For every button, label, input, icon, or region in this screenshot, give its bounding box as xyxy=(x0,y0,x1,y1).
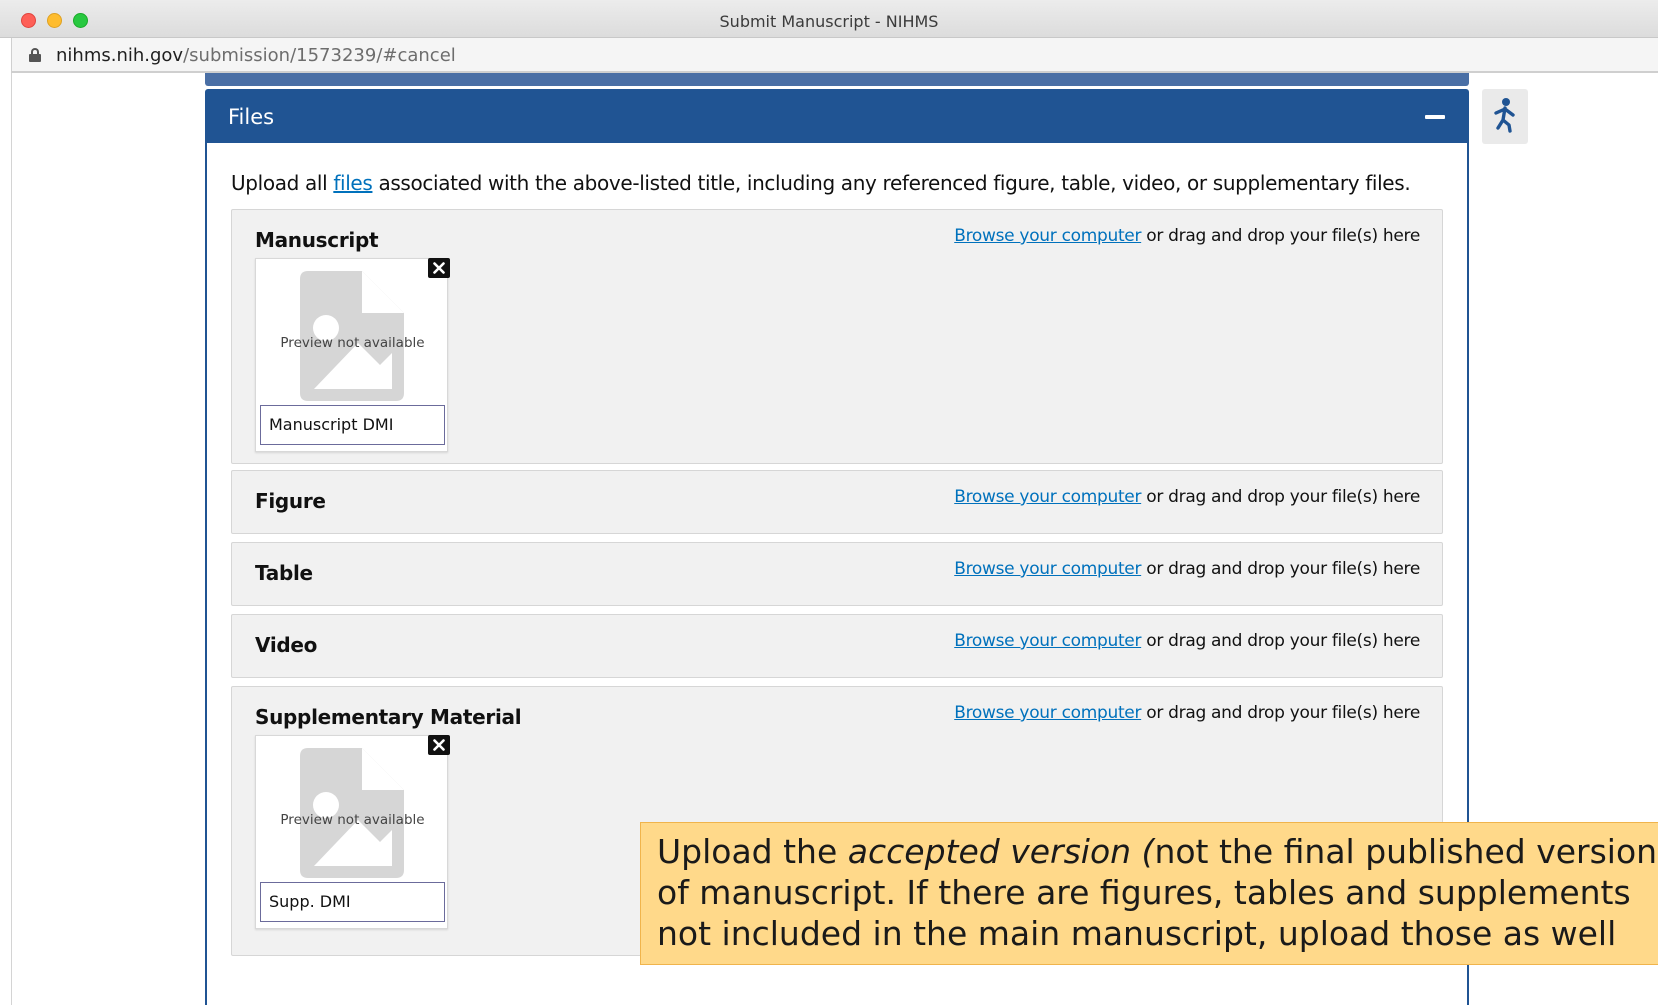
browser-window: Submit Manuscript - NIHMS nihms.nih.gov/… xyxy=(0,0,1658,1005)
browse-computer-link[interactable]: Browse your computer xyxy=(954,703,1141,723)
accessibility-icon xyxy=(1494,98,1515,133)
section-title: Figure xyxy=(255,489,326,513)
url-text[interactable]: nihms.nih.gov/submission/1573239/#cancel xyxy=(56,45,456,66)
upload-instructions: Upload all files associated with the abo… xyxy=(231,171,1411,195)
dropzone-instructions: Browse your computer or drag and drop yo… xyxy=(954,487,1420,507)
browse-computer-link[interactable]: Browse your computer xyxy=(954,631,1141,651)
instruction-callout: Upload the accepted version (not the fin… xyxy=(640,822,1658,965)
page-left-border xyxy=(11,73,12,1005)
close-icon xyxy=(433,262,445,274)
section-title: Supplementary Material xyxy=(255,705,522,729)
url-path: /submission/1573239/#cancel xyxy=(183,45,456,66)
files-help-link[interactable]: files xyxy=(333,171,372,195)
table-section[interactable]: Table Browse your computer or drag and d… xyxy=(231,542,1443,606)
accessibility-button[interactable] xyxy=(1482,89,1528,144)
manuscript-section[interactable]: Manuscript Browse your computer or drag … xyxy=(231,209,1443,464)
preview-not-available-text: Preview not available xyxy=(280,812,425,828)
collapse-button[interactable] xyxy=(1423,105,1447,129)
minus-icon xyxy=(1425,115,1445,119)
section-title: Table xyxy=(255,561,313,585)
dropzone-instructions: Browse your computer or drag and drop yo… xyxy=(954,226,1420,246)
file-card: Preview not available Supp. DMI xyxy=(255,735,448,929)
remove-file-button[interactable] xyxy=(428,258,450,278)
video-section[interactable]: Video Browse your computer or drag and d… xyxy=(231,614,1443,678)
close-icon xyxy=(433,739,445,751)
remove-file-button[interactable] xyxy=(428,735,450,755)
window-title: Submit Manuscript - NIHMS xyxy=(719,12,939,31)
file-card: Preview not available Manuscript DMI xyxy=(255,258,448,452)
previous-panel-edge xyxy=(205,73,1469,86)
file-name-input[interactable]: Manuscript DMI xyxy=(260,405,445,445)
dropzone-instructions: Browse your computer or drag and drop yo… xyxy=(954,559,1420,579)
files-panel-header: Files xyxy=(207,91,1467,143)
section-title: Video xyxy=(255,633,318,657)
browse-computer-link[interactable]: Browse your computer xyxy=(954,226,1141,246)
section-title: Manuscript xyxy=(255,228,379,252)
preview-not-available-text: Preview not available xyxy=(280,335,425,351)
browse-computer-link[interactable]: Browse your computer xyxy=(954,559,1141,579)
dropzone-instructions: Browse your computer or drag and drop yo… xyxy=(954,631,1420,651)
file-name-input[interactable]: Supp. DMI xyxy=(260,882,445,922)
browse-computer-link[interactable]: Browse your computer xyxy=(954,487,1141,507)
dropzone-instructions: Browse your computer or drag and drop yo… xyxy=(954,703,1420,723)
url-host: nihms.nih.gov xyxy=(56,45,184,66)
lock-icon xyxy=(29,48,41,62)
figure-section[interactable]: Figure Browse your computer or drag and … xyxy=(231,470,1443,534)
title-bar: Submit Manuscript - NIHMS xyxy=(0,0,1658,38)
panel-title: Files xyxy=(228,105,275,129)
address-bar[interactable]: nihms.nih.gov/submission/1573239/#cancel xyxy=(11,38,1658,73)
